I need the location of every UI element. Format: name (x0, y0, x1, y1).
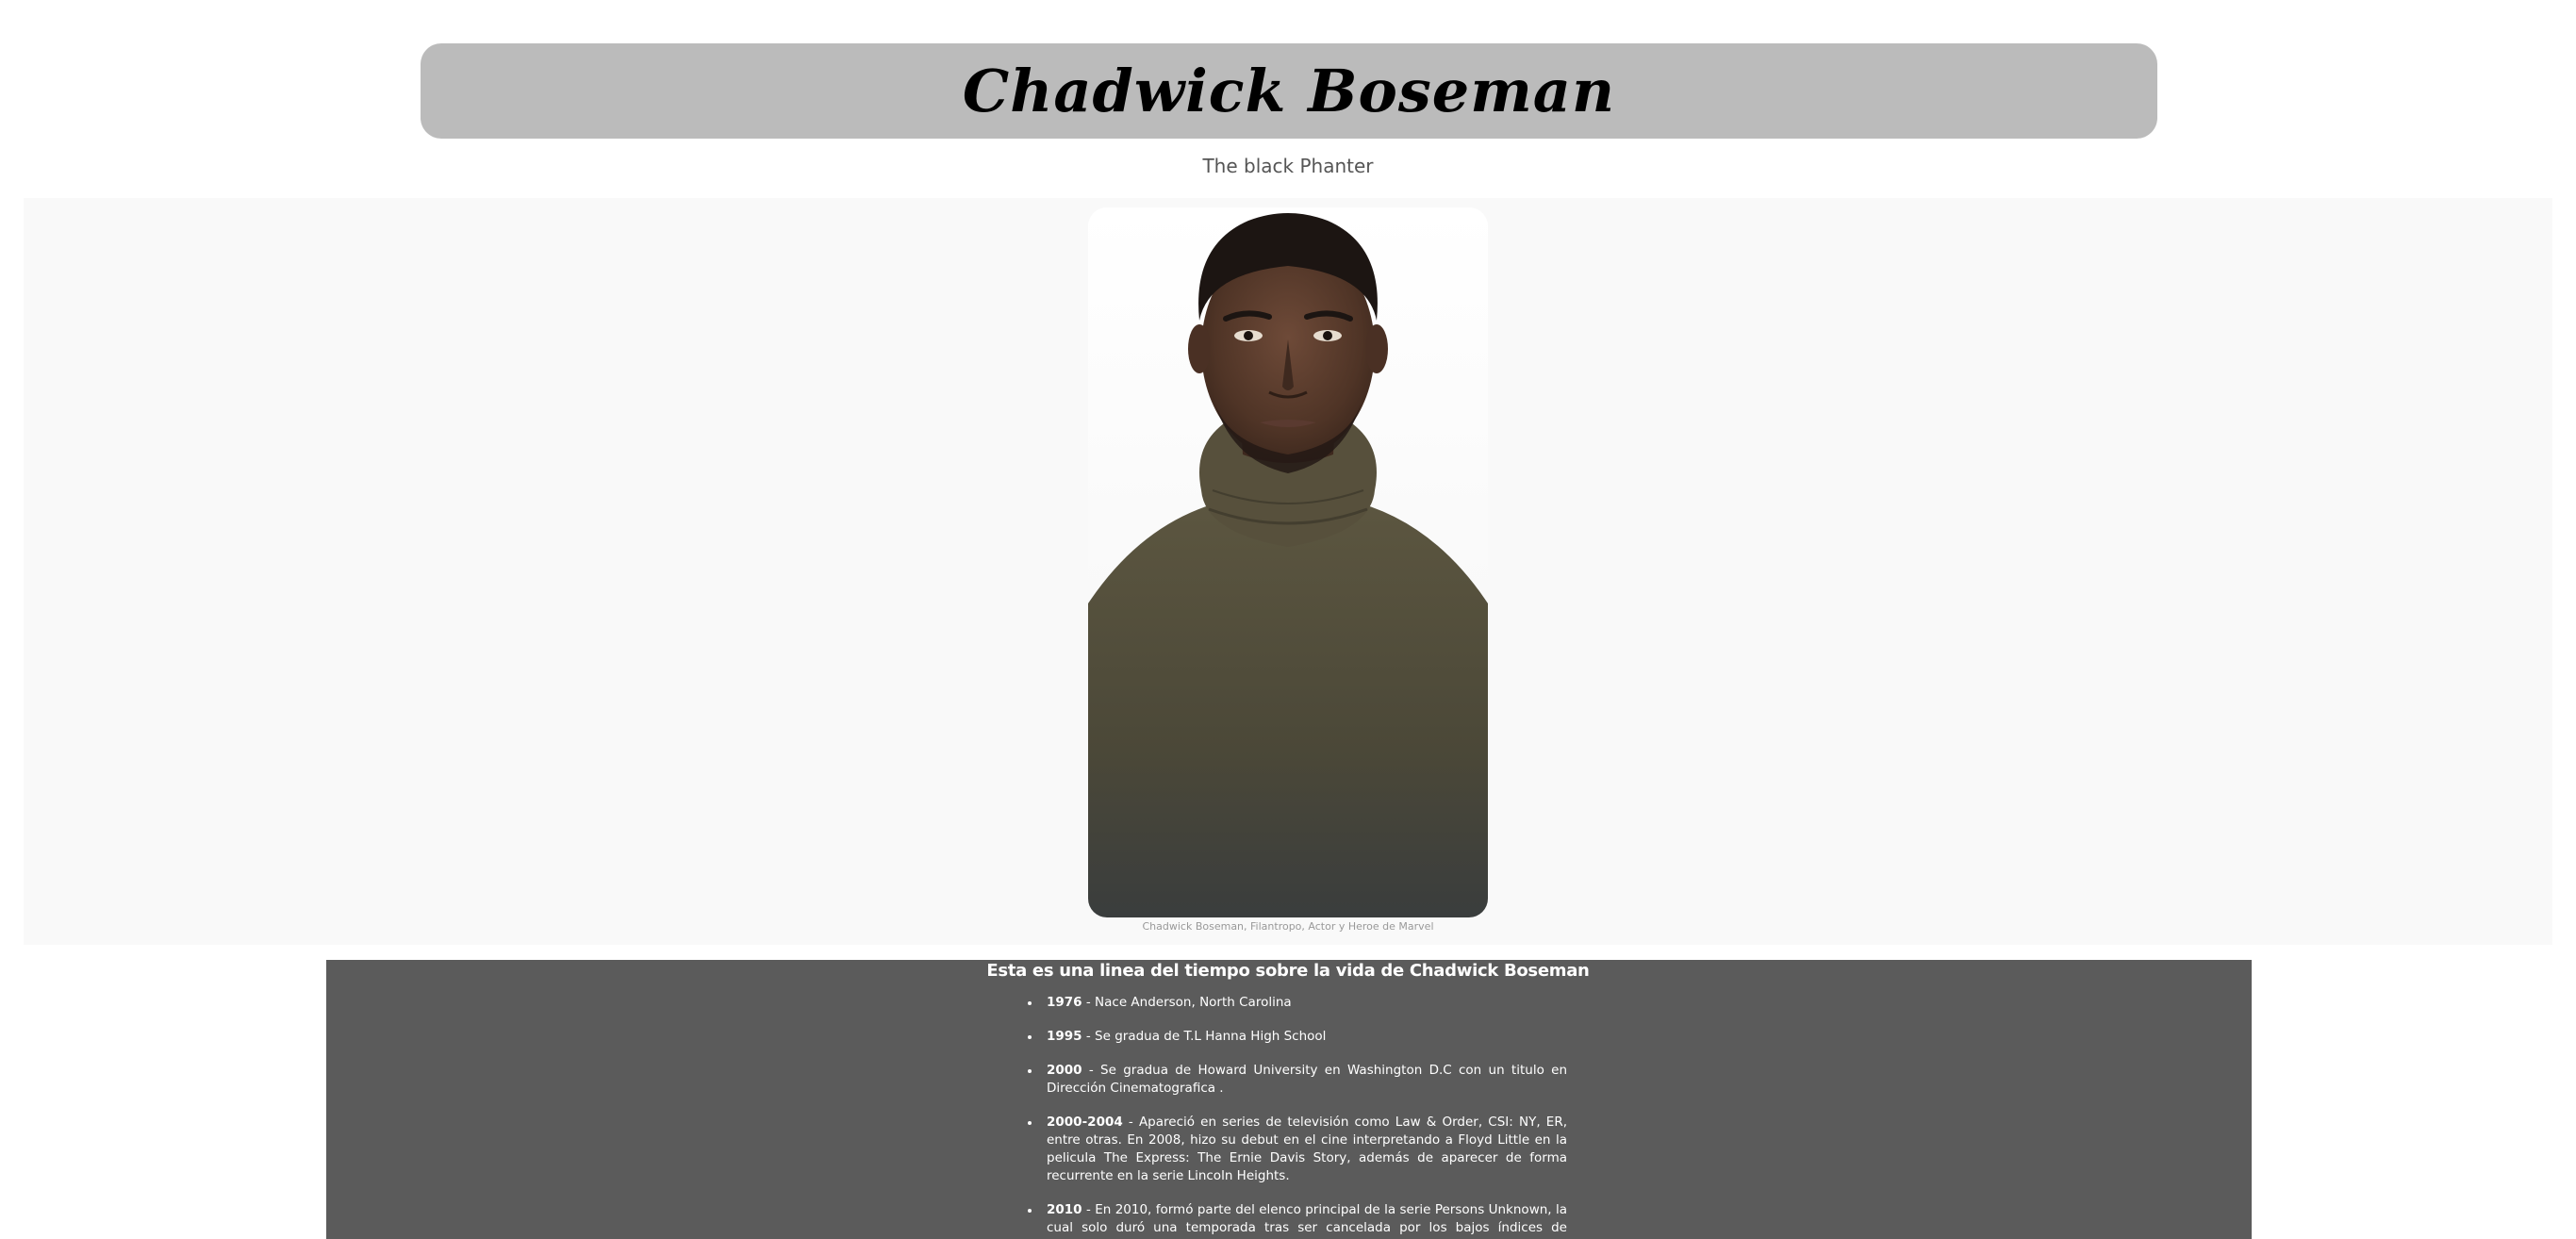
timeline-text: - En 2010, formó parte del elenco princi… (1047, 1202, 1567, 1239)
timeline-list: 1976 - Nace Anderson, North Carolina 199… (1028, 994, 1567, 1239)
timeline-text: - Apareció en series de televisión como … (1047, 1115, 1567, 1183)
timeline-item: 2010 - En 2010, formó parte del elenco p… (1028, 1201, 1567, 1239)
timeline-text: - Nace Anderson, North Carolina (1082, 995, 1292, 1010)
timeline-text: - Se gradua de T.L Hanna High School (1082, 1029, 1327, 1044)
timeline-year: 2000 (1047, 1063, 1082, 1078)
timeline-item: 2000 - Se gradua de Howard University en… (1028, 1062, 1567, 1098)
page-title: Chadwick Boseman (962, 57, 1616, 125)
timeline-text: - Se gradua de Howard University en Wash… (1047, 1063, 1567, 1096)
timeline-item: 1995 - Se gradua de T.L Hanna High Schoo… (1028, 1028, 1567, 1046)
timeline-item: 2000-2004 - Apareció en series de televi… (1028, 1114, 1567, 1185)
timeline-year: 2000-2004 (1047, 1115, 1123, 1130)
timeline-heading: Esta es una linea del tiempo sobre la vi… (986, 961, 1590, 981)
timeline-year: 1995 (1047, 1029, 1082, 1044)
portrait-illustration (1088, 207, 1488, 917)
page-subtitle: The black Phanter (1202, 155, 1374, 177)
photo-caption: Chadwick Boseman, Filantropo, Actor y He… (1142, 920, 1434, 933)
portrait-image (1088, 207, 1488, 917)
timeline-year: 2010 (1047, 1202, 1082, 1217)
page: Chadwick Boseman The black Phanter Chadw… (0, 0, 2576, 1239)
timeline-year: 1976 (1047, 995, 1082, 1010)
title-banner: Chadwick Boseman (421, 43, 2157, 139)
timeline-item: 1976 - Nace Anderson, North Carolina (1028, 994, 1567, 1012)
